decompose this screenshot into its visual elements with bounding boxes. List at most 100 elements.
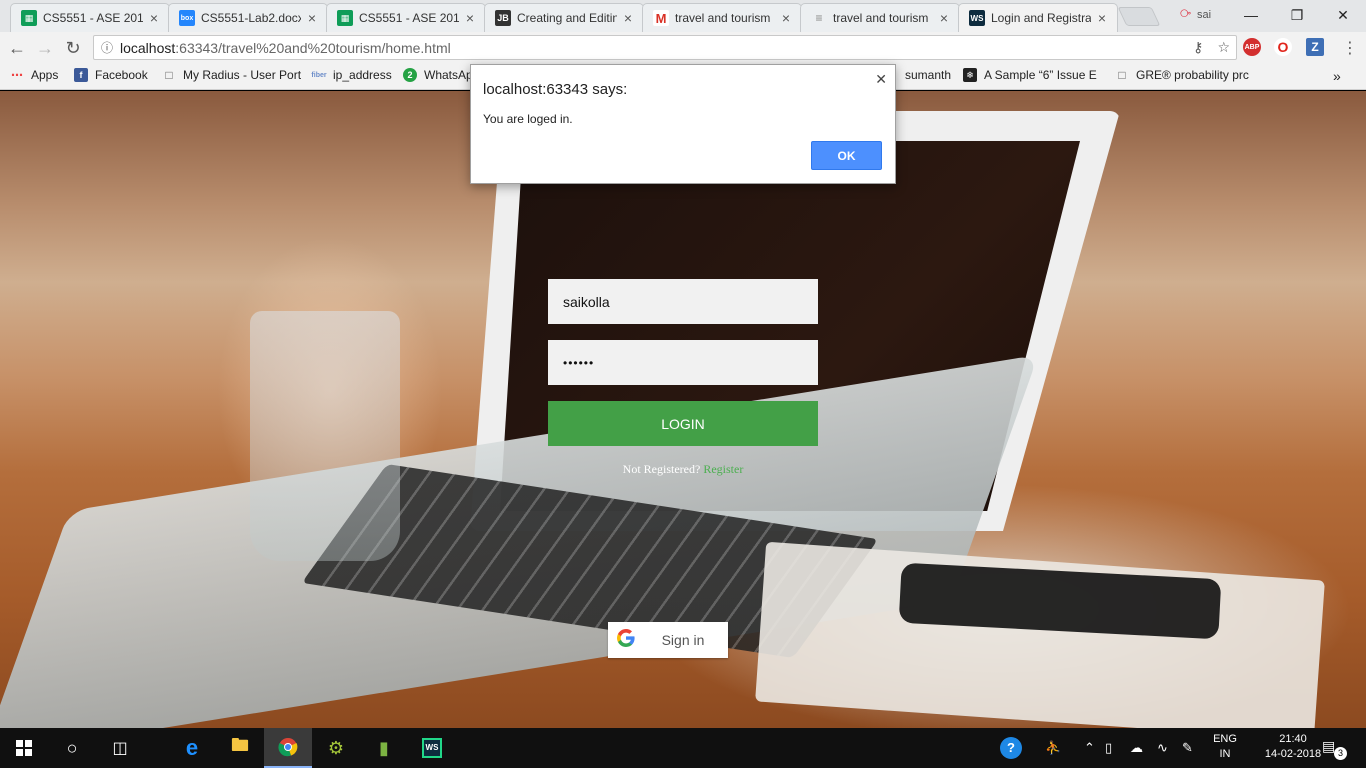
task-view-icon[interactable]: ◫ <box>96 728 144 768</box>
show-hidden-icons-chevron-icon[interactable]: ⌃ <box>1084 728 1095 768</box>
info-icon[interactable]: ⓘ <box>94 39 120 56</box>
bookmark-whatsapp[interactable]: 2 WhatsApp <box>403 68 479 82</box>
url-host: localhost <box>120 39 176 56</box>
ok-button[interactable]: OK <box>811 141 882 170</box>
bookmark-label: sumanth <box>905 68 952 82</box>
clock-time: 21:40 <box>1279 733 1307 745</box>
zotero-label: Z <box>1311 40 1319 54</box>
tab-title: CS5551 - ASE 2018 <box>359 11 459 25</box>
alert-dialog: localhost:63343 says: ✕ You are loged in… <box>470 64 896 184</box>
battery-icon[interactable]: ▯ <box>1105 728 1112 768</box>
tab-title: travel and tourism <box>833 11 929 25</box>
close-icon[interactable]: × <box>779 10 793 26</box>
pen-icon[interactable]: ✎ <box>1182 728 1193 768</box>
bookmark-apps[interactable]: ⋯ Apps <box>10 68 58 82</box>
restore-button[interactable]: ❐ <box>1274 0 1320 30</box>
opera-label: O <box>1277 39 1289 55</box>
bookmark-my-radius[interactable]: □ My Radius - User Port <box>162 68 301 82</box>
sheets-icon: ▦ <box>337 10 353 26</box>
close-icon[interactable]: × <box>937 10 951 26</box>
tab-creating-and-editing[interactable]: JB Creating and Editing × <box>484 3 644 32</box>
android-studio-icon[interactable]: ⚙ <box>312 728 360 768</box>
bookmark-ip-address[interactable]: fiber ip_address <box>311 68 392 82</box>
new-tab-button[interactable] <box>1117 7 1161 26</box>
bookmark-sumanth[interactable]: sumanth <box>905 68 951 82</box>
people-icon[interactable]: ⛹ <box>1045 728 1061 768</box>
not-registered-text: Not Registered? <box>622 462 701 476</box>
url-path: :63343/travel%20and%20tourism/home.html <box>175 39 451 56</box>
whatsapp-icon: 2 <box>403 68 417 82</box>
profile-name: sai <box>1197 8 1212 21</box>
close-icon[interactable]: ✕ <box>875 71 887 88</box>
bookmark-label: ip_address <box>333 68 392 82</box>
zotero-icon[interactable]: Z <box>1306 38 1324 56</box>
username-field[interactable]: saikolla <box>548 279 818 324</box>
google-signin-button[interactable]: Sign in <box>608 622 728 658</box>
close-icon[interactable]: × <box>621 10 635 26</box>
more-bookmarks-chevron-icon[interactable]: » <box>1333 68 1341 84</box>
close-icon[interactable]: × <box>463 10 477 26</box>
tab-title: Login and Registration <box>991 11 1091 25</box>
tab-title: Creating and Editing <box>517 11 617 25</box>
bookmark-label: GRE® probability prc <box>1136 68 1249 82</box>
snowflake-icon: ❄ <box>963 68 977 82</box>
adblock-label: ABP <box>1244 43 1260 51</box>
tab-gmail-travel[interactable]: M travel and tourism × <box>642 3 802 32</box>
edge-icon[interactable]: e <box>168 728 216 768</box>
minimize-button[interactable]: — <box>1228 0 1274 30</box>
cortana-search-icon[interactable]: ○ <box>48 728 96 768</box>
tab-cs5551-lab2[interactable]: box CS5551-Lab2.docx × <box>168 3 328 32</box>
chrome-icon[interactable] <box>264 728 312 768</box>
help-icon[interactable]: ? <box>1000 728 1022 768</box>
register-line: Not Registered? Register <box>548 462 818 477</box>
login-button-label: LOGIN <box>661 415 705 432</box>
bookmark-sample-issue[interactable]: ❄ A Sample “6” Issue E <box>963 68 1097 82</box>
file-explorer-icon[interactable]: 🖿 <box>216 728 264 768</box>
menu-icon[interactable]: ⋮ <box>1337 35 1363 61</box>
bookmark-label: My Radius - User Port <box>183 68 302 82</box>
profile-icon: ⧂ <box>1180 8 1191 20</box>
bookmark-facebook[interactable]: f Facebook <box>74 68 148 82</box>
app-green-icon[interactable]: ▮ <box>360 728 408 768</box>
bookmark-label: Apps <box>31 68 59 82</box>
close-icon[interactable]: × <box>1095 10 1109 26</box>
wifi-icon[interactable]: ∿ <box>1157 728 1168 768</box>
opera-icon[interactable]: O <box>1274 38 1292 56</box>
tab-cs5551-sheet-1[interactable]: ▦ CS5551 - ASE 2018 × <box>10 3 170 32</box>
adblock-plus-icon[interactable]: ABP <box>1243 38 1261 56</box>
key-icon[interactable]: ⚷ <box>1193 39 1203 56</box>
tab-login-and-registration[interactable]: WS Login and Registration × <box>958 3 1118 32</box>
doc-icon: ≡ <box>815 11 823 25</box>
back-button[interactable]: ← <box>4 35 30 61</box>
bookmark-label: Facebook <box>95 68 148 82</box>
tab-cs5551-sheet-2[interactable]: ▦ CS5551 - ASE 2018 × <box>326 3 486 32</box>
language-indicator[interactable]: ENG IN <box>1208 732 1242 762</box>
url-text: localhost:63343/travel%20and%20tourism/h… <box>120 40 451 56</box>
profile-chip[interactable]: ⧂ sai <box>1180 8 1211 21</box>
password-field[interactable]: •••••• <box>548 340 818 385</box>
reload-button[interactable]: ↻ <box>60 35 86 61</box>
clock[interactable]: 21:40 14-02-2018 <box>1255 732 1331 762</box>
page-background: saikolla •••••• LOGIN Not Registered? Re… <box>0 91 1366 728</box>
tab-title: CS5551 - ASE 2018 <box>43 11 143 25</box>
tab-travel-doc[interactable]: ≡ travel and tourism × <box>800 3 960 32</box>
box-icon: box <box>179 10 195 26</box>
forward-button[interactable]: → <box>32 35 58 61</box>
action-center-icon[interactable]: ▤ 3 <box>1322 738 1347 760</box>
sheets-icon: ▦ <box>21 10 37 26</box>
close-window-button[interactable]: ✕ <box>1320 0 1366 30</box>
star-icon[interactable]: ☆ <box>1217 39 1230 56</box>
close-icon[interactable]: × <box>147 10 161 26</box>
login-button[interactable]: LOGIN <box>548 401 818 446</box>
bookmark-gre-probability[interactable]: □ GRE® probability prc <box>1115 68 1249 82</box>
bookmark-label: A Sample “6” Issue E <box>984 68 1097 82</box>
register-link[interactable]: Register <box>703 462 743 476</box>
address-bar[interactable]: ⓘ localhost:63343/travel%20and%20tourism… <box>93 35 1237 60</box>
alert-title: localhost:63343 says: <box>483 81 628 98</box>
onedrive-cloud-icon[interactable]: ☁ <box>1130 728 1143 768</box>
webstorm-taskbar-icon[interactable]: WS <box>408 728 456 768</box>
notification-count-badge: 3 <box>1334 747 1347 760</box>
close-icon[interactable]: × <box>305 10 319 26</box>
windows-start-icon[interactable] <box>0 728 48 768</box>
tab-title: CS5551-Lab2.docx <box>201 11 301 25</box>
